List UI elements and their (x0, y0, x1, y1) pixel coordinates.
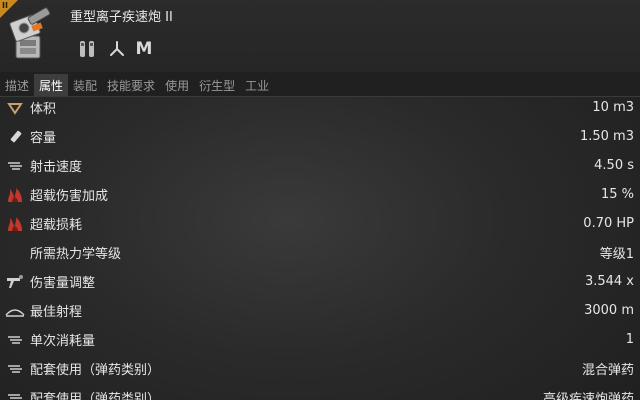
attribute-label: 容量 (30, 131, 57, 146)
attribute-row: 体积 10 m3 (0, 97, 640, 122)
attribute-value: 10 m3 (592, 100, 634, 115)
attribute-label: 超载伤害加成 (30, 189, 109, 204)
rate-of-fire-icon (4, 156, 26, 176)
attribute-value: 高级疾速炮弹药 (542, 392, 634, 400)
attribute-value: 3.544 x (584, 274, 634, 289)
tab-used-with[interactable]: 使用 (160, 74, 194, 96)
attribute-row: 伤害量调整 3.544 x (0, 267, 640, 296)
tri-blade-icon (106, 38, 128, 60)
attribute-row: 容量 1.50 m3 (0, 122, 640, 151)
attribute-label: 超载损耗 (30, 218, 83, 233)
attribute-label: 射击速度 (30, 160, 83, 175)
attribute-row: 所需热力学等级 等级1 (0, 238, 640, 267)
attribute-value: 15 % (600, 187, 634, 202)
attribute-label: 单次消耗量 (30, 334, 96, 349)
tab-fitting[interactable]: 装配 (68, 74, 102, 96)
tab-industry[interactable]: 工业 (240, 74, 274, 96)
attribute-row: 超载损耗 0.70 HP (0, 209, 640, 238)
size-medium-icon: M (134, 38, 154, 60)
size-label: M (135, 39, 153, 59)
charge-group-icon (4, 388, 26, 400)
optimal-range-icon (4, 301, 26, 321)
volume-icon (4, 98, 26, 118)
attribute-value: 1.50 m3 (579, 129, 634, 144)
turret-hardpoint-icon (76, 38, 98, 60)
attribute-row: 超载伤害加成 15 % (0, 180, 640, 209)
attribute-label: 配套使用（弹药类别） (30, 392, 161, 400)
attribute-value: 等级1 (599, 247, 634, 262)
attribute-row: 单次消耗量 1 (0, 325, 640, 354)
attribute-row: 配套使用（弹药类别） 高级疾速炮弹药 (0, 383, 640, 400)
tab-bar: 描述 属性 装配 技能要求 使用 衍生型 工业 (0, 72, 640, 97)
tab-skill-requirements[interactable]: 技能要求 (102, 74, 160, 96)
item-title: 重型离子疾速炮 II (70, 10, 173, 25)
attribute-value: 1 (625, 332, 634, 347)
tab-attributes[interactable]: 属性 (34, 74, 69, 96)
tab-description[interactable]: 描述 (0, 74, 34, 96)
item-icon[interactable] (6, 6, 56, 62)
charge-group-icon (4, 359, 26, 379)
attribute-label: 体积 (30, 102, 57, 117)
attribute-value: 混合弹药 (581, 363, 634, 378)
attribute-label: 最佳射程 (30, 305, 83, 320)
tab-variations[interactable]: 衍生型 (194, 74, 240, 96)
attribute-label: 所需热力学等级 (30, 247, 122, 262)
attribute-list[interactable]: 体积 10 m3 容量 1.50 m3 射击速度 4.50 s 超载伤害加成 1… (0, 97, 640, 400)
attribute-value: 4.50 s (594, 158, 634, 173)
damage-modifier-icon (4, 272, 26, 292)
overload-flame-icon (4, 214, 26, 234)
attribute-value: 3000 m (584, 303, 634, 318)
attribute-row: 配套使用（弹药类别） 混合弹药 (0, 354, 640, 383)
attribute-label: 配套使用（弹药类别） (30, 363, 161, 378)
consumption-icon (4, 330, 26, 350)
attribute-row: 最佳射程 3000 m (0, 296, 640, 325)
capacity-icon (4, 127, 26, 147)
item-header: II 重型离子疾速炮 II M (0, 0, 640, 72)
attribute-row: 射击速度 4.50 s (0, 151, 640, 180)
overload-flame-icon (4, 185, 26, 205)
attribute-label: 伤害量调整 (30, 276, 96, 291)
attribute-value: 0.70 HP (583, 216, 634, 231)
